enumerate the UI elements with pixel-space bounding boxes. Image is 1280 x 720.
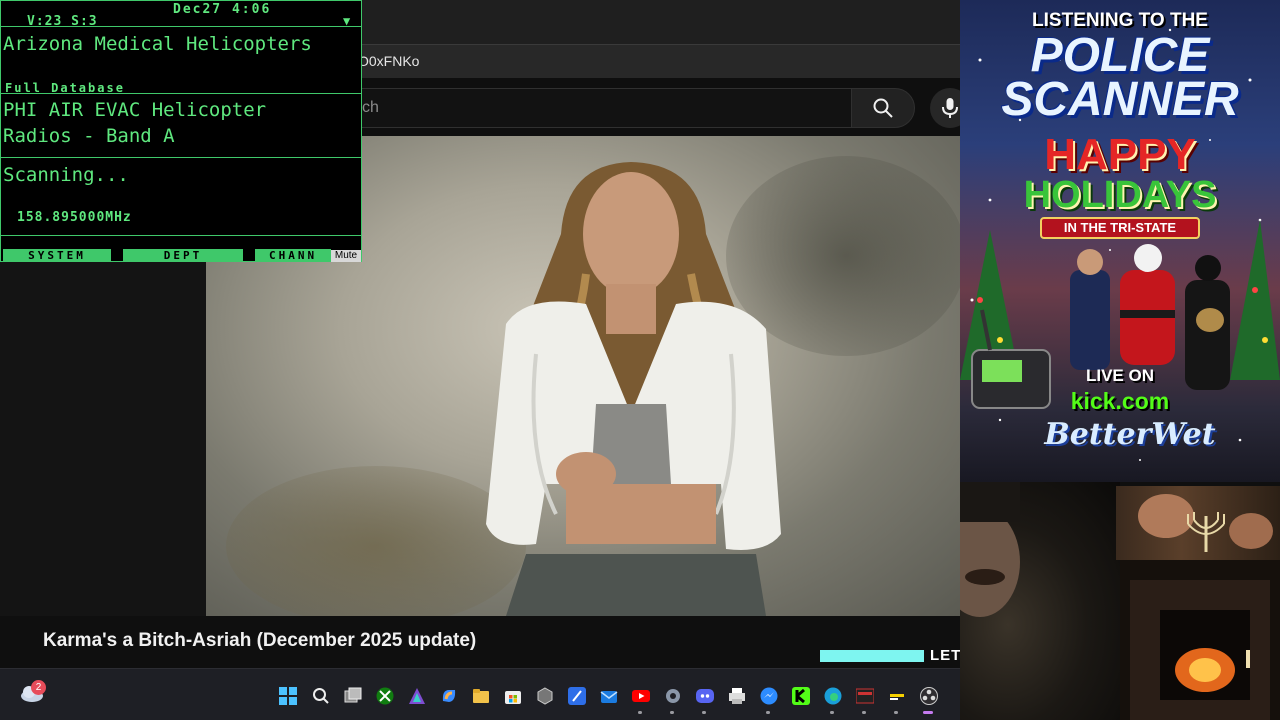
task-view-icon[interactable] [344,687,362,705]
xbox-icon[interactable] [376,687,394,705]
mute-button[interactable]: Mute [331,250,361,262]
streamer-webcam [960,482,1120,720]
running-indicator [670,711,674,714]
scanner-frequency: 158.895000MHz [17,210,132,225]
running-indicator [638,711,642,714]
softkey-dept[interactable]: DEPT [123,249,243,261]
kick-icon[interactable] [792,687,810,705]
running-indicator [862,711,866,714]
volume-squelch: V:23 S:3 [27,14,98,29]
print-manager-icon[interactable] [728,687,746,705]
stream-promo-panel: LISTENING TO THE POLICE SCANNER HAPPY HO… [960,0,1280,482]
scanner-department-line1: PHI AIR EVAC Helicopter [3,99,267,121]
edge-icon[interactable] [824,687,842,705]
running-indicator [702,711,706,714]
microsoft-store-icon[interactable] [504,687,522,705]
running-indicator [894,711,898,714]
url-text[interactable]: O0xFNKo [358,53,419,69]
notification-badge: 2 [31,680,46,695]
banner-text: LET [930,647,960,664]
discord-icon[interactable] [696,687,714,705]
scanner-department-line2: Radios - Band A [3,125,175,147]
scanner-date-time: Dec27 4:06 [173,2,272,17]
obs-icon[interactable] [920,687,938,705]
promo-signature: BetterWet [1044,417,1216,452]
scanner-system: Arizona Medical Helicopters [3,33,312,55]
softkey-system[interactable]: SYSTEM [3,249,111,261]
search-placeholder: ch [362,99,379,116]
scanner-status: Scanning... [3,164,129,186]
running-indicator [766,711,770,714]
promo-live-on: LIVE ON [1085,366,1154,385]
promo-tri-state: IN THE TRI-STATE [1063,220,1177,235]
promo-platform: kick.com [1070,388,1170,414]
mail-icon[interactable] [600,687,618,705]
cube-app-icon[interactable] [536,687,554,705]
banner-bar [820,650,924,662]
settings-gear-icon[interactable] [664,687,682,705]
search-input[interactable] [340,88,851,128]
microphone-icon [942,98,958,118]
voice-search-button[interactable] [930,88,960,128]
video-subject [486,162,781,616]
scanner-display: V:23 S:3 Dec27 4:06 ▼ Arizona Medical He… [0,0,362,262]
windows-start-icon[interactable] [279,687,297,705]
promo-title-scanner: SCANNER [1001,73,1239,126]
running-indicator [830,711,834,714]
menorah-clip [1116,486,1280,560]
fireplace-cam [1120,560,1280,720]
sticky-app-icon[interactable] [888,687,906,705]
search-icon[interactable] [312,687,330,705]
scanner-status-row: V:23 S:3 Dec27 4:06 ▼ [1,1,361,29]
softkey-channel[interactable]: CHANN [255,249,331,261]
file-explorer-icon[interactable] [472,687,490,705]
promo-holidays: HOLIDAYS [1023,174,1217,216]
affinity-icon[interactable] [408,687,426,705]
promo-happy: HAPPY [1044,130,1196,179]
youtube-icon[interactable] [632,687,650,705]
search-button[interactable] [851,88,915,128]
video-title[interactable]: Karma's a Bitch-Asriah (December 2025 up… [43,630,476,652]
lower-third-banner: LET [820,646,960,666]
search-icon [873,98,893,118]
messenger-icon[interactable] [760,687,778,705]
affinity-publisher-icon[interactable] [568,687,586,705]
voicemeeter-icon[interactable] [855,687,875,705]
active-indicator [923,711,933,714]
copilot-icon[interactable] [440,687,458,705]
down-arrow-icon: ▼ [343,14,351,28]
